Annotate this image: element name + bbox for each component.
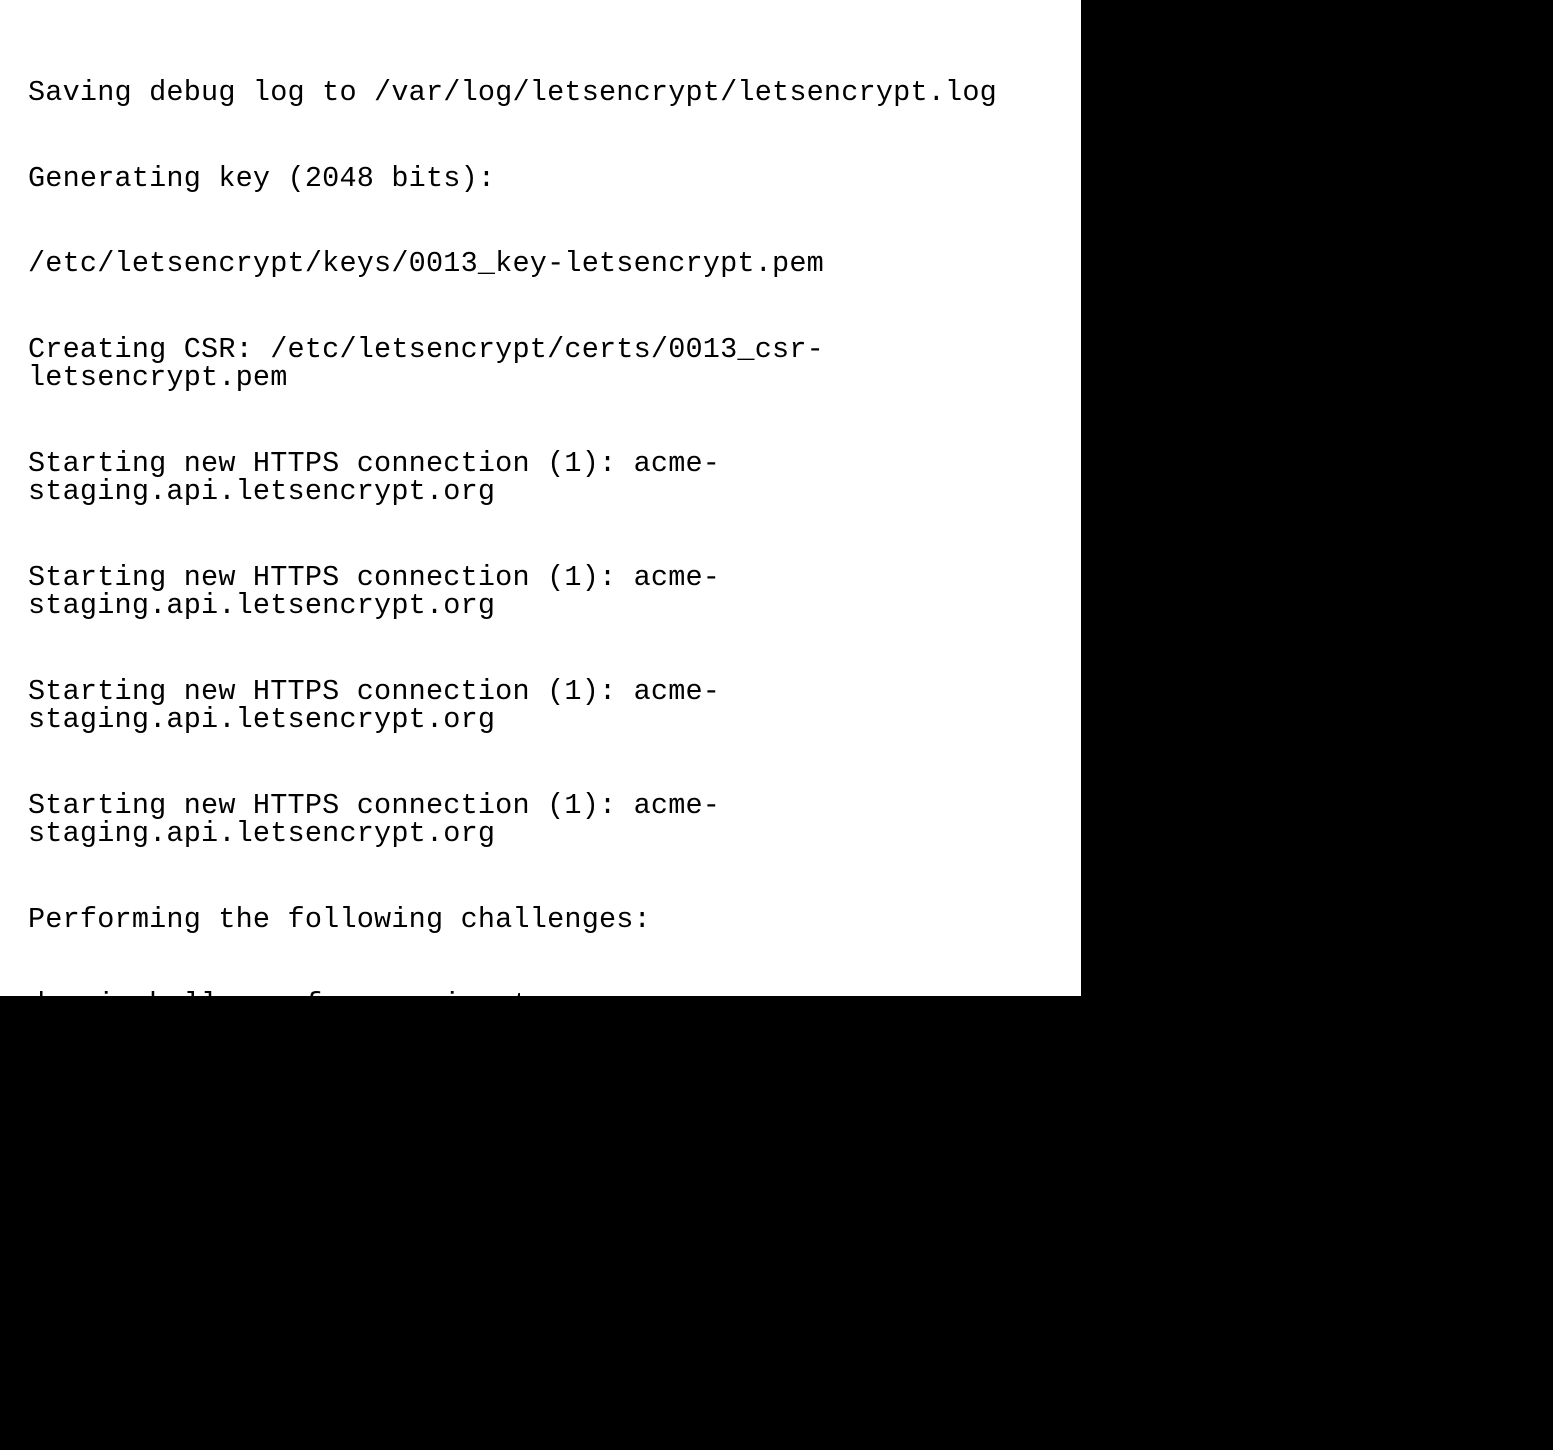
log-line: Starting new HTTPS connection (1): acme-… [28, 792, 1061, 849]
log-line: /etc/letsencrypt/keys/0013_key-letsencry… [28, 250, 1061, 279]
log-line: Creating CSR: /etc/letsencrypt/certs/001… [28, 336, 1061, 393]
terminal-window: Saving debug log to /var/log/letsencrypt… [0, 0, 1083, 998]
log-line: Starting new HTTPS connection (1): acme-… [28, 678, 1061, 735]
log-line: dvsni challenge for www.isnot.org [28, 991, 1061, 998]
log-line: Starting new HTTPS connection (1): acme-… [28, 564, 1061, 621]
log-line: Performing the following challenges: [28, 906, 1061, 935]
log-line: Starting new HTTPS connection (1): acme-… [28, 450, 1061, 507]
log-line: Generating key (2048 bits): [28, 165, 1061, 194]
log-line: Saving debug log to /var/log/letsencrypt… [28, 79, 1061, 108]
terminal-output: Saving debug log to /var/log/letsencrypt… [28, 22, 1061, 998]
